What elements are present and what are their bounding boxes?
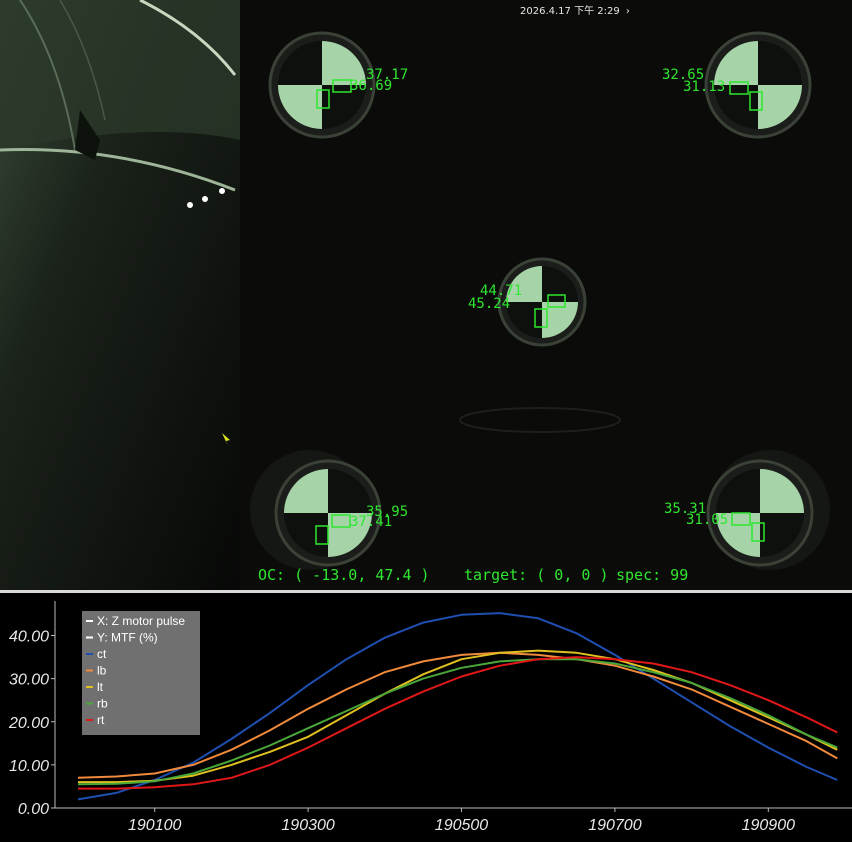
rb-value-b: 31.05 bbox=[686, 512, 728, 528]
y-tick-label: 20.00 bbox=[8, 715, 49, 732]
timestamp-text: 2026.4.17 下午 2:29 bbox=[520, 6, 620, 17]
rt-value-b: 31.13 bbox=[683, 79, 725, 95]
side-camera-feed bbox=[0, 0, 240, 590]
x-tick-label: 190900 bbox=[742, 817, 795, 834]
y-tick-label: 40.00 bbox=[9, 629, 49, 646]
x-tick-label: 190100 bbox=[128, 817, 181, 834]
mtf-camera-feed: 37.17 36.69 32.65 31.13 44.71 45.24 35.9… bbox=[240, 0, 852, 590]
mtf-chart-panel: 0.00 10.00 20.00 30.00 40.00 190100 190300 1905… bbox=[0, 593, 852, 838]
legend-y-label: Y: MTF (%) bbox=[97, 631, 158, 645]
target-readout: target: ( 0, 0 ) bbox=[464, 566, 609, 584]
ct-value-b: 45.24 bbox=[468, 296, 510, 312]
y-tick-label: 30.00 bbox=[9, 672, 49, 689]
legend-entry-rb: rb bbox=[97, 697, 108, 711]
chevron-right-icon[interactable]: › bbox=[626, 6, 630, 17]
spec-readout: spec: 99 bbox=[616, 566, 688, 584]
y-tick-label: 10.00 bbox=[9, 758, 49, 775]
legend-entry-lb: lb bbox=[97, 664, 107, 678]
lb-value-b: 37.41 bbox=[350, 514, 392, 530]
legend-entry-lt: lt bbox=[97, 680, 104, 694]
mtf-chart: 0.00 10.00 20.00 30.00 40.00 190100 190300 1905… bbox=[8, 601, 852, 834]
oc-readout: OC: ( -13.0, 47.4 ) bbox=[258, 566, 430, 584]
legend-entry-ct: ct bbox=[97, 647, 107, 661]
legend-entry-rt: rt bbox=[97, 713, 105, 727]
x-tick-label: 190500 bbox=[435, 817, 488, 834]
lt-value-b: 36.69 bbox=[350, 78, 392, 94]
timestamp: 2026.4.17 下午 2:29 › bbox=[520, 2, 630, 17]
y-tick-label: 0.00 bbox=[18, 801, 49, 818]
legend-x-label: X: Z motor pulse bbox=[97, 614, 185, 628]
x-tick-label: 190300 bbox=[281, 817, 334, 834]
x-tick-label: 190700 bbox=[588, 817, 641, 834]
camera-view: 37.17 36.69 32.65 31.13 44.71 45.24 35.9… bbox=[0, 0, 852, 590]
